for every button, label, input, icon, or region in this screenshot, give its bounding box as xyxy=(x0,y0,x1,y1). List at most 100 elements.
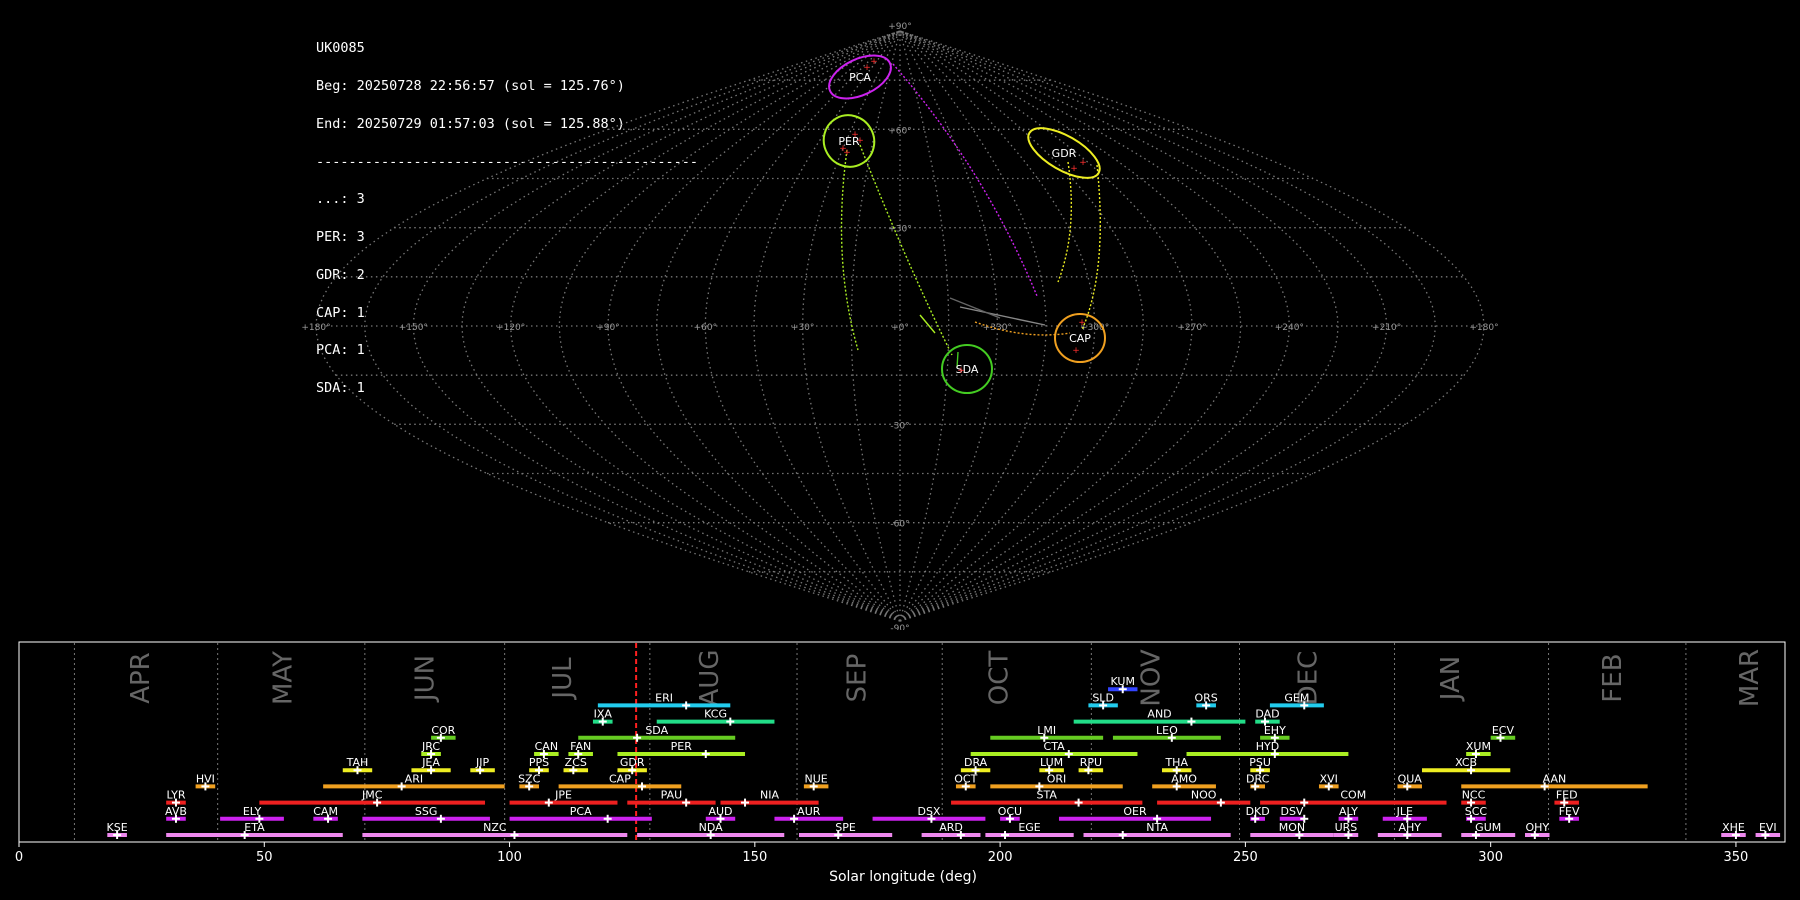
shower-code-label: ETA xyxy=(244,821,265,834)
shower-code-label: QUA xyxy=(1398,772,1423,785)
meteor-trail-gdr xyxy=(1057,161,1073,283)
meteor-trail-pca xyxy=(892,63,1038,297)
month-label: FEB xyxy=(1598,653,1628,702)
shower-leo: LEO xyxy=(1112,724,1221,742)
shower-cam: CAM xyxy=(313,805,338,823)
meridian-line xyxy=(899,30,1388,622)
shower-ege: EGE xyxy=(985,821,1074,839)
month-label: OCT xyxy=(985,651,1015,706)
shower-code-label: ORI xyxy=(1047,772,1067,785)
shower-code-label: JIP xyxy=(475,756,489,769)
lat-tick-label: +30° xyxy=(888,225,912,235)
shower-code-label: PER xyxy=(671,740,693,753)
x-tick-label: 200 xyxy=(988,850,1013,865)
shower-nda: NDA xyxy=(637,821,785,839)
shower-code-label: GDR xyxy=(620,756,645,769)
meteor-point: + xyxy=(1078,318,1086,328)
lon-tick-label: +210° xyxy=(1372,323,1401,333)
shower-code-label: ZCS xyxy=(565,756,587,769)
lon-tick-label: +180° xyxy=(301,323,330,333)
shower-code-label: XUM xyxy=(1466,740,1491,753)
shower-code-label: GEM xyxy=(1284,691,1309,704)
month-label: AUG xyxy=(695,650,725,707)
shower-code-label: DSX xyxy=(917,805,940,818)
shower-code-label: KUM xyxy=(1111,675,1135,688)
shower-oct: OCT xyxy=(954,772,978,791)
lon-tick-label: +60° xyxy=(694,323,718,333)
shower-code-label: DRC xyxy=(1246,772,1270,785)
shower-code-label: ECV xyxy=(1492,724,1515,737)
shower-code-label: JLE xyxy=(1396,805,1413,818)
shower-code-label: ALY xyxy=(1339,805,1358,818)
x-tick-label: 250 xyxy=(1233,850,1258,865)
shower-sta: STA xyxy=(951,789,1143,807)
month-label: JUL xyxy=(548,657,578,701)
shower-code-label: PCA xyxy=(570,805,592,818)
month-label: NOV xyxy=(1137,649,1167,706)
x-axis: 0 50 100 150 200 250 300 350 xyxy=(15,842,1748,865)
meteor-point: + xyxy=(856,136,864,146)
shower-code-label: DAD xyxy=(1255,708,1279,721)
sky-grid: +90°+60°+30°-30°-60°-90°+180° +150° +120° +… xyxy=(301,22,1498,630)
shower-kse: KSE xyxy=(107,821,128,839)
shower-dsx: DSX xyxy=(872,805,986,823)
shower-code-label: STA xyxy=(1037,789,1058,802)
shower-ixa: IXA xyxy=(592,708,613,726)
shower-gum: GUM xyxy=(1461,821,1516,839)
shower-code-label: CTA xyxy=(1044,740,1066,753)
shower-code-label: DSV xyxy=(1280,805,1303,818)
shower-mon: MON xyxy=(1250,821,1334,839)
shower-code-label: EGE xyxy=(1018,821,1040,834)
shower-code-label: CAP xyxy=(609,772,631,785)
shower-code-label: ELY xyxy=(243,805,262,818)
shower-qua: QUA xyxy=(1397,772,1423,791)
shower-code-label: NDA xyxy=(699,821,724,834)
shower-urs: URS xyxy=(1333,821,1359,839)
shower-xvi: XVI xyxy=(1318,772,1339,791)
shower-code-label: SLD xyxy=(1092,691,1114,704)
radiant-markers: PCAPERGDRCAPSDA+++++++++++ xyxy=(822,54,1106,394)
meteor-point: + xyxy=(843,148,851,158)
shower-code-label: AUD xyxy=(708,805,732,818)
shower-code-label: KCG xyxy=(704,708,727,721)
shower-spe: SPE xyxy=(798,821,893,839)
shower-code-label: AAN xyxy=(1543,772,1567,785)
shower-xhe: XHE xyxy=(1721,821,1746,839)
radiant-sda: SDA xyxy=(941,344,993,394)
shower-jip: JIP xyxy=(470,756,495,775)
meteor-point: + xyxy=(870,57,878,67)
meteor-point: + xyxy=(1072,346,1080,356)
x-tick-label: 300 xyxy=(1478,850,1503,865)
shower-jpe: JPE xyxy=(509,789,618,807)
meridian-line xyxy=(899,30,1436,622)
shower-code-label: NCC xyxy=(1462,789,1486,802)
shower-code-label: FED xyxy=(1556,789,1578,802)
shower-code-label: NTA xyxy=(1146,821,1168,834)
lon-tick-label: +150° xyxy=(399,323,428,333)
lon-tick-label: +120° xyxy=(496,323,525,333)
shower-code-label: JPE xyxy=(554,789,572,802)
shower-tah: TAH xyxy=(342,756,373,775)
shower-code-label: NUE xyxy=(805,772,828,785)
shower-code-label: AND xyxy=(1147,708,1171,721)
shower-ecv: ECV xyxy=(1490,724,1516,742)
x-tick-label: 150 xyxy=(742,850,767,865)
shower-code-label: XCB xyxy=(1455,756,1477,769)
x-tick-label: 350 xyxy=(1724,850,1749,865)
shower-code-label: PPS xyxy=(529,756,549,769)
shower-code-label: MON xyxy=(1279,821,1305,834)
shower-code-label: AMO xyxy=(1171,772,1197,785)
shower-code-label: ARD xyxy=(939,821,963,834)
shower-code-label: ARI xyxy=(405,772,423,785)
shower-code-label: LMI xyxy=(1037,724,1056,737)
shower-code-label: IXA xyxy=(594,708,613,721)
shower-code-label: XVI xyxy=(1320,772,1338,785)
x-tick-label: 50 xyxy=(256,850,273,865)
shower-code-label: AUR xyxy=(797,805,821,818)
shower-nta: NTA xyxy=(1083,821,1231,839)
shower-code-label: LYR xyxy=(166,789,185,802)
shower-code-label: DRA xyxy=(964,756,988,769)
meteor-point: + xyxy=(1079,158,1087,168)
x-axis-label: Solar longitude (deg) xyxy=(829,869,977,885)
shower-sda: SDA xyxy=(578,724,736,742)
